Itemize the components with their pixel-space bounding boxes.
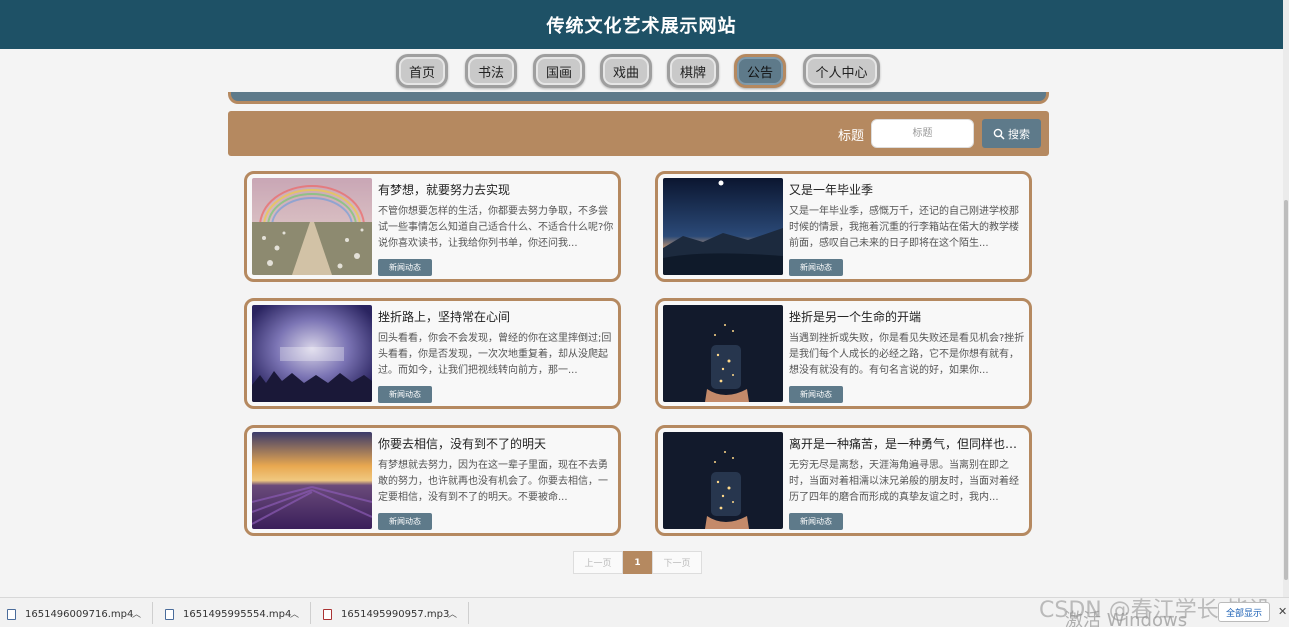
notice-title[interactable]: 你要去相信，没有到不了的明天 <box>378 435 613 452</box>
close-icon[interactable]: ✕ <box>1278 605 1287 618</box>
notice-desc: 又是一年毕业季，感慨万千，还记的自己刚进学校那时候的情景，我拖着沉重的行李箱站在… <box>789 206 1019 249</box>
search-icon <box>993 128 1005 140</box>
notice-tag[interactable]: 新闻动态 <box>378 513 432 530</box>
chevron-up-icon[interactable]: ︿ <box>290 607 299 620</box>
divider <box>468 602 469 624</box>
notice-title[interactable]: 挫折路上，坚持常在心间 <box>378 308 613 325</box>
notice-title[interactable]: 离开是一种痛苦，是一种勇气，但同样也是一... <box>789 435 1024 452</box>
banner-edge <box>228 92 1049 104</box>
notice-thumbnail <box>663 178 783 275</box>
notice-title[interactable]: 有梦想，就要努力去实现 <box>378 181 613 198</box>
nav-calligraphy[interactable]: 书法 <box>465 54 517 88</box>
notice-desc: 当遇到挫折或失败，你是看见失败还是看见机会?挫折是我们每个人成长的必经之路，它不… <box>789 333 1025 376</box>
notice-tag[interactable]: 新闻动态 <box>789 513 843 530</box>
notice-thumbnail <box>252 432 372 529</box>
main-nav: 首页 书法 国画 戏曲 棋牌 公告 个人中心 <box>0 52 1283 92</box>
notice-thumbnail <box>252 178 372 275</box>
next-page-button[interactable]: 下一页 <box>652 551 702 574</box>
notice-desc: 无穷无尽是离愁，天涯海角遍寻思。当离别在即之时，当面对着相濡以沫兄弟般的朋友时，… <box>789 460 1019 503</box>
download-filename: 1651495990957.mp3 <box>341 608 450 620</box>
notice-thumbnail <box>252 305 372 402</box>
video-file-icon <box>7 608 16 620</box>
divider <box>310 602 311 624</box>
nav-home[interactable]: 首页 <box>396 54 448 88</box>
divider <box>152 602 153 624</box>
nav-user-center[interactable]: 个人中心 <box>803 54 880 88</box>
notice-title[interactable]: 又是一年毕业季 <box>789 181 1024 198</box>
nav-notice[interactable]: 公告 <box>734 54 786 88</box>
search-button[interactable]: 搜索 <box>982 119 1041 148</box>
download-item[interactable]: 1651495995554.mp4 <box>165 603 291 625</box>
scrollbar-thumb[interactable] <box>1284 200 1288 580</box>
search-input[interactable] <box>871 119 974 148</box>
notice-desc: 回头看看，你会不会发现，曾经的你在这里摔倒过;回头看看，你是否发现，一次次地重复… <box>378 333 612 376</box>
notice-thumbnail <box>663 305 783 402</box>
notice-card[interactable]: 又是一年毕业季 又是一年毕业季，感慨万千，还记的自己刚进学校那时候的情景，我拖着… <box>655 171 1032 282</box>
page-scrollbar[interactable] <box>1283 0 1289 597</box>
search-bar: 标题 搜索 <box>228 111 1049 156</box>
notice-card[interactable]: 挫折是另一个生命的开端 当遇到挫折或失败，你是看见失败还是看见机会?挫折是我们每… <box>655 298 1032 409</box>
site-header: 传统文化艺术展示网站 <box>0 0 1283 49</box>
notice-card[interactable]: 挫折路上，坚持常在心间 回头看看，你会不会发现，曾经的你在这里摔倒过;回头看看，… <box>244 298 621 409</box>
pagination: 上一页 1 下一页 <box>573 551 702 574</box>
page-number-button[interactable]: 1 <box>623 551 652 574</box>
notice-thumbnail <box>663 432 783 529</box>
notice-desc: 有梦想就去努力，因为在这一辈子里面，现在不去勇敢的努力，也许就再也没有机会了。你… <box>378 460 608 503</box>
notice-tag[interactable]: 新闻动态 <box>789 259 843 276</box>
notice-card[interactable]: 有梦想，就要努力去实现 不管你想要怎样的生活，你都要去努力争取，不多尝试一些事情… <box>244 171 621 282</box>
search-label: 标题 <box>838 129 865 144</box>
site-title: 传统文化艺术展示网站 <box>546 15 737 37</box>
chevron-up-icon[interactable]: ︿ <box>448 607 457 620</box>
search-button-label: 搜索 <box>1008 127 1030 141</box>
nav-opera[interactable]: 戏曲 <box>600 54 652 88</box>
download-filename: 1651495995554.mp4 <box>183 608 292 620</box>
notice-title[interactable]: 挫折是另一个生命的开端 <box>789 308 1024 325</box>
video-file-icon <box>165 608 174 620</box>
notice-tag[interactable]: 新闻动态 <box>378 259 432 276</box>
show-all-downloads-button[interactable]: 全部显示 <box>1218 602 1270 622</box>
nav-chess[interactable]: 棋牌 <box>667 54 719 88</box>
notice-card[interactable]: 离开是一种痛苦，是一种勇气，但同样也是一... 无穷无尽是离愁，天涯海角遍寻思。… <box>655 425 1032 536</box>
notice-tag[interactable]: 新闻动态 <box>378 386 432 403</box>
nav-painting[interactable]: 国画 <box>533 54 585 88</box>
audio-file-icon <box>323 608 332 620</box>
notice-tag[interactable]: 新闻动态 <box>789 386 843 403</box>
notice-card[interactable]: 你要去相信，没有到不了的明天 有梦想就去努力，因为在这一辈子里面，现在不去勇敢的… <box>244 425 621 536</box>
download-item[interactable]: 1651495990957.mp3 <box>323 603 449 625</box>
download-item[interactable]: 1651496009716.mp4 <box>7 603 133 625</box>
download-filename: 1651496009716.mp4 <box>25 608 134 620</box>
notice-desc: 不管你想要怎样的生活，你都要去努力争取，不多尝试一些事情怎么知道自己适合什么、不… <box>378 206 614 249</box>
prev-page-button[interactable]: 上一页 <box>573 551 623 574</box>
chevron-up-icon[interactable]: ︿ <box>132 607 141 620</box>
